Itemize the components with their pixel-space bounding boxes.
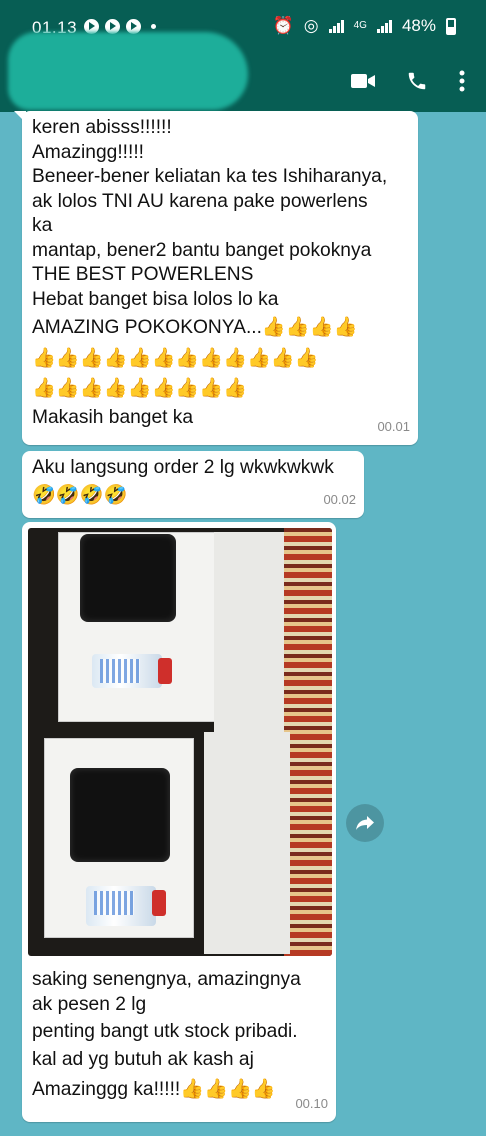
hotspot-icon: ◎ (303, 16, 319, 35)
photo-vial (86, 886, 166, 926)
message-line: saking senengnya, amazingnya (32, 969, 301, 990)
more-notifications-icon (151, 24, 156, 29)
battery-icon (446, 17, 456, 35)
message-line: Aku langsung order 2 lg wkwkwkwk (32, 457, 334, 478)
chat-header (0, 32, 486, 112)
photo-box-lid (204, 732, 290, 954)
status-right: ⏰ ◎ 4G 48% (273, 16, 456, 36)
message-line: AMAZING POKOKONYA...👍👍👍👍 (32, 317, 358, 338)
message-time: 00.01 (377, 418, 410, 434)
message-line: Amazinggg ka!!!!!👍👍👍👍 (32, 1079, 276, 1100)
message-bubble[interactable]: keren abisss!!!!!! Amazingg!!!!! Beneer-… (14, 111, 418, 445)
signal-icon (376, 19, 392, 33)
message-line: THE BEST POWERLENS (32, 264, 254, 285)
network-type: 4G (353, 20, 367, 31)
phone-call-icon[interactable] (406, 70, 428, 92)
message-line: 👍👍👍👍👍👍👍👍👍 (32, 378, 248, 399)
photo-box-lid (214, 532, 284, 732)
message-line: ak pesen 2 lg (32, 993, 147, 1015)
message-line: ak lolos TNI AU karena pake powerlens (32, 190, 368, 212)
photo-vial (92, 654, 172, 688)
bubble-tail (14, 111, 26, 123)
forward-icon (356, 816, 374, 830)
message-line: kal ad yg butuh ak kash aj (32, 1048, 254, 1070)
message-bubble[interactable]: saking senengnya, amazingnya ak pesen 2 … (22, 522, 336, 1122)
forward-button[interactable] (346, 804, 384, 842)
message-time: 00.02 (323, 491, 356, 507)
message-line: Makasih banget ka (32, 406, 194, 428)
alarm-icon: ⏰ (272, 16, 294, 35)
message-time: 00.10 (295, 1095, 328, 1111)
message-line: keren abisss!!!!!! (32, 117, 172, 138)
message-photo[interactable] (28, 528, 332, 956)
battery-percent: 48% (401, 16, 436, 35)
message-line: mantap, bener2 bantu banget pokoknya (32, 239, 372, 261)
message-bubble[interactable]: Aku langsung order 2 lg wkwkwkwk 🤣🤣🤣🤣 00… (22, 451, 364, 518)
photo-rug (284, 528, 332, 956)
photo-device (70, 768, 170, 862)
message-line: ka (32, 215, 53, 236)
photo-device (80, 534, 176, 622)
more-options-icon[interactable] (458, 70, 466, 92)
signal-icon (328, 19, 344, 33)
message-line: 🤣🤣🤣🤣 (32, 484, 128, 506)
message-line: Hebat banget bisa lolos lo ka (32, 288, 279, 310)
message-line: Beneer-bener keliatan ka tes Ishiharanya… (32, 166, 388, 187)
message-line: 👍👍👍👍👍👍👍👍👍👍👍👍 (32, 347, 319, 369)
message-line: Amazingg!!!!! (32, 141, 144, 163)
video-call-icon[interactable] (350, 71, 376, 91)
message-line: penting bangt utk stock pribadi. (32, 1021, 298, 1042)
contact-name-redacted[interactable] (8, 32, 248, 110)
